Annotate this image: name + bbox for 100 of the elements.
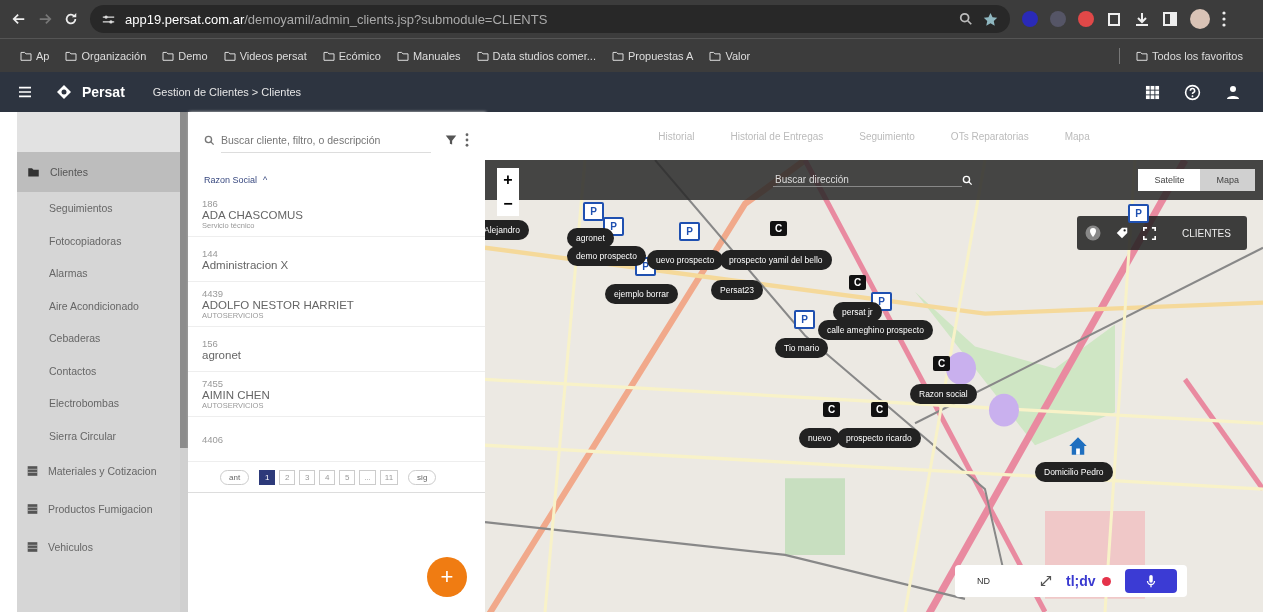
marker-label[interactable]: nuevo [799,428,841,448]
logo-icon [56,84,72,100]
marker-label[interactable]: ejemplo borrar [605,284,678,304]
marker-label[interactable]: Tio mario [775,338,829,358]
recorder-logo: tl;dv [1066,573,1096,589]
side-panel-icon[interactable] [1162,11,1178,27]
bookmark-folder[interactable]: Ap [20,49,50,62]
reload-icon[interactable] [64,12,78,26]
sidebar-item[interactable]: Cebaderas [17,322,180,355]
bookmark-folder[interactable]: Manuales [396,49,461,62]
client-code: 144 [202,247,219,259]
map-marker[interactable]: P [583,202,604,221]
sidebar-item[interactable]: Clientes [17,152,180,192]
menu-icon[interactable] [18,86,32,98]
search-field[interactable]: Buscar cliente, filtro, o descripción [221,127,431,153]
scrollbar-thumb[interactable] [180,112,188,448]
search-icon[interactable] [959,12,973,26]
sidebar-item[interactable]: Electrobombas [17,387,180,420]
bookmark-folder[interactable]: Ecómico [322,49,381,62]
folder-icon [20,50,32,61]
filter-icon[interactable] [445,134,457,146]
stack-icon [27,465,38,477]
home-marker-icon[interactable] [1068,436,1088,456]
breadcrumb: Gestion de Clientes > Clientes [152,86,302,98]
folder-icon [223,50,236,61]
bookmark-folder[interactable]: Valor [709,49,751,62]
marker-label[interactable]: prospecto yamil del bello [720,250,832,270]
sidebar-item[interactable]: Alarmas [17,257,180,290]
bookmark-folder[interactable]: Demo [162,49,208,62]
sidebar-item[interactable]: Aire Acondicionado [17,289,180,322]
map-view-toggle[interactable]: Mapa [1200,169,1255,191]
map-view-toggle[interactable]: Satelite [1138,169,1201,191]
app-logo[interactable]: Persat [82,84,125,100]
folder-icon [476,50,489,61]
client-name: ADOLFO NESTOR HARRIET [202,299,355,311]
client-code: 4406 [202,433,225,445]
sidebar-item[interactable]: Materiales y Cotizacion [17,452,180,490]
extension-icon[interactable] [1078,11,1094,27]
map-marker[interactable]: C [871,402,888,417]
grid-icon[interactable] [1145,84,1160,100]
marker-label[interactable]: prospecto ricardo [837,428,921,448]
page-button[interactable]: 1 [259,469,276,485]
download-icon[interactable] [1134,11,1150,27]
bookmark-folder[interactable]: Propuestas A [611,49,694,62]
bookmark-folder[interactable]: Data studios comer... [476,49,596,62]
map-pin-icon[interactable] [1085,225,1101,241]
profile-avatar[interactable] [1190,9,1210,29]
folder-icon [322,50,335,61]
bookmark-folder[interactable]: Todos los favoritos [1135,49,1243,62]
address-bar[interactable]: app19.persat.com.ar/demoyamil/admin_clients.jsp?submodule=CLIENTS [90,5,1010,33]
menu-icon[interactable] [1222,11,1226,27]
forward-icon[interactable] [38,12,52,26]
stack-icon [27,541,38,553]
stack-icon [27,503,38,515]
fullscreen-icon[interactable] [1143,226,1156,240]
layer-control[interactable]: CLIENTES [1077,216,1247,250]
address-search-field[interactable]: Buscar dirección [773,173,962,187]
search-icon [204,134,215,146]
folder-icon [1135,50,1148,61]
map-marker[interactable]: C [933,356,950,371]
folder-icon [162,50,175,61]
user-icon[interactable] [1225,84,1241,100]
search-icon [962,174,973,186]
bookmark-folder[interactable]: Organización [65,49,147,62]
back-icon[interactable] [12,12,26,26]
marker-label[interactable]: Domicilio Pedro [1035,462,1113,482]
sort-arrow[interactable]: ^ [263,175,268,185]
sort-header[interactable]: Razon Social [204,175,258,185]
client-name: AIMIN CHEN [202,389,271,401]
marker-label[interactable]: calle ameghino prospecto [818,320,933,340]
client-code: 186 [202,198,219,209]
sidebar-item[interactable]: Productos Fumigacion [17,490,180,528]
folder-icon [27,166,40,178]
marker-label[interactable]: Razon social [910,384,977,404]
map-marker[interactable]: C [823,402,840,417]
marker-label[interactable]: Persat23 [711,280,764,300]
sidebar-item[interactable]: Vehiculos [17,528,180,566]
sidebar-item[interactable]: Contactos [17,354,180,387]
map-marker[interactable]: P [1128,204,1149,223]
previous-page-button[interactable]: ant [220,469,250,485]
star-icon[interactable] [983,11,998,27]
help-icon[interactable] [1184,83,1201,101]
record-button[interactable] [1124,569,1177,593]
sidebar-item[interactable]: Sierra Circular [17,419,180,452]
client-name: Administracion X [202,258,290,271]
map-marker[interactable]: P [679,222,700,241]
next-page-button[interactable]: sig [408,469,437,485]
folder-icon [709,50,722,61]
bookmark-folder[interactable]: Videos persat [223,49,307,62]
more-options-icon[interactable] [465,133,469,147]
map-marker[interactable]: P [794,310,815,329]
layer-label: CLIENTES [1182,227,1231,239]
client-name: agronet [202,348,242,361]
expand-icon[interactable] [1040,575,1052,587]
sidebar-item[interactable]: Seguimientos [17,192,180,225]
map-marker[interactable]: C [770,221,787,236]
client-code: 7455 [202,378,225,389]
sidebar-item[interactable]: Fotocopiadoras [17,224,180,257]
map-marker[interactable]: C [849,275,866,290]
tag-icon[interactable] [1115,226,1129,240]
